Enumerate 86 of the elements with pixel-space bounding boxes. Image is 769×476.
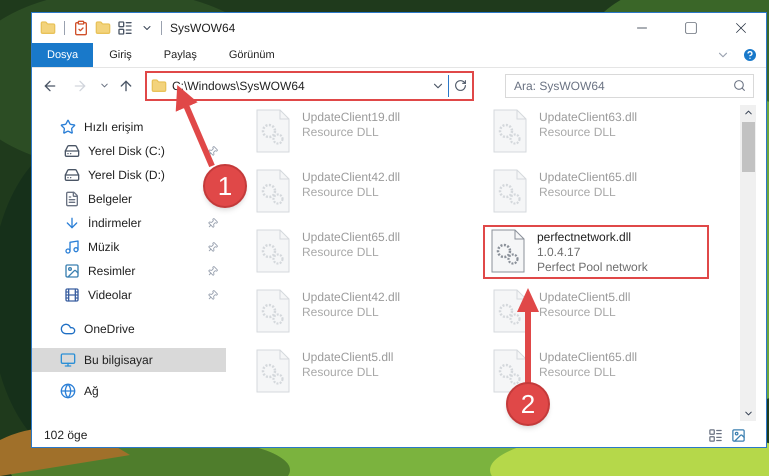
gear-file-icon bbox=[493, 169, 527, 213]
film-icon bbox=[64, 287, 80, 303]
file-detail: Resource DLL bbox=[302, 125, 380, 140]
sidebar-item[interactable]: Ağ bbox=[32, 379, 107, 403]
file-name: UpdateClient42.dll bbox=[302, 289, 400, 305]
sidebar-label: Bu bilgisayar bbox=[84, 352, 153, 369]
sidebar-item[interactable]: Yerel Disk (C:) bbox=[32, 139, 226, 163]
network-icon bbox=[60, 383, 76, 399]
file-name: UpdateClient65.dll bbox=[539, 169, 638, 185]
drive-icon bbox=[64, 143, 80, 159]
up-icon[interactable] bbox=[118, 78, 134, 94]
sidebar-label: Resimler bbox=[88, 263, 136, 280]
back-icon[interactable] bbox=[42, 78, 58, 94]
sidebar-label: Hızlı erişim bbox=[84, 119, 144, 136]
address-bar[interactable]: C:\Windows\SysWOW64 bbox=[145, 70, 474, 100]
search-icon bbox=[733, 78, 746, 92]
large-icons-view-icon[interactable] bbox=[731, 428, 746, 442]
file-detail: Resource DLL bbox=[539, 365, 617, 380]
gear-file-icon bbox=[256, 229, 290, 273]
file-name: UpdateClient65.dll bbox=[302, 229, 400, 245]
file-detail: Resource DLL bbox=[302, 245, 380, 260]
search-field[interactable]: Ara: SysWOW64 bbox=[505, 74, 754, 98]
sidebar-item[interactable]: Resimler bbox=[32, 259, 226, 283]
monitor-icon bbox=[60, 352, 76, 368]
file-name: UpdateClient65.dll bbox=[539, 349, 638, 365]
file-name: UpdateClient5.dll bbox=[539, 289, 630, 305]
sidebar-label: Ağ bbox=[84, 383, 99, 400]
sidebar-label: Müzik bbox=[88, 239, 120, 256]
ribbon-tab[interactable]: Paylaş bbox=[148, 43, 213, 67]
gear-file-icon bbox=[256, 169, 290, 213]
sidebar-item[interactable]: İndirmeler bbox=[32, 211, 226, 235]
refresh-icon[interactable] bbox=[454, 79, 467, 92]
folder-icon bbox=[151, 78, 167, 94]
cloud-icon bbox=[60, 321, 76, 337]
document-icon bbox=[64, 191, 80, 207]
maximize-icon[interactable] bbox=[684, 21, 698, 35]
sidebar-label: Yerel Disk (D:) bbox=[88, 167, 165, 184]
gear-file-icon bbox=[256, 109, 290, 153]
sidebar-label: Belgeler bbox=[88, 191, 132, 208]
ribbon-tab[interactable]: Giriş bbox=[93, 43, 148, 67]
file-name: UpdateClient19.dll bbox=[302, 109, 400, 125]
view-list-icon[interactable] bbox=[117, 20, 133, 36]
sidebar-item[interactable]: Müzik bbox=[32, 235, 226, 259]
file-item[interactable]: perfectnetwork.dll 1.0.4.17 Perfect Pool network bbox=[483, 225, 709, 279]
file-name: perfectnetwork.dll bbox=[537, 229, 632, 245]
image-icon bbox=[64, 263, 80, 279]
sidebar-item[interactable]: Bu bilgisayar bbox=[32, 348, 226, 372]
file-detail: Resource DLL bbox=[302, 365, 380, 380]
item-count: 102 öge bbox=[44, 427, 88, 444]
sidebar-label: İndirmeler bbox=[88, 215, 142, 232]
file-detail: Resource DLL bbox=[302, 185, 380, 200]
file-detail: Resource DLL bbox=[302, 305, 380, 320]
gear-file-icon bbox=[491, 229, 525, 273]
file-detail: Resource DLL bbox=[539, 125, 617, 140]
file-name: UpdateClient5.dll bbox=[302, 349, 394, 365]
sidebar-item[interactable]: Hızlı erişim bbox=[32, 115, 152, 139]
gear-file-icon bbox=[256, 289, 290, 333]
file-detail: Perfect Pool network bbox=[537, 260, 648, 275]
file-name: UpdateClient42.dll bbox=[302, 169, 400, 185]
scroll-thumb[interactable] bbox=[742, 122, 754, 172]
music-note-icon bbox=[64, 239, 80, 255]
sidebar-item[interactable]: Videolar bbox=[32, 283, 226, 307]
sidebar-item[interactable]: Yerel Disk (D:) bbox=[32, 163, 173, 187]
gear-file-icon bbox=[493, 349, 527, 393]
sidebar-label: OneDrive bbox=[84, 321, 135, 338]
drive-icon bbox=[64, 167, 80, 183]
help-icon[interactable] bbox=[742, 47, 758, 63]
gear-file-icon bbox=[256, 349, 290, 393]
address-path: C:\Windows\SysWOW64 bbox=[172, 78, 305, 94]
scrollbar[interactable] bbox=[740, 105, 756, 421]
gear-file-icon bbox=[493, 109, 527, 153]
properties-icon[interactable] bbox=[73, 20, 89, 36]
sidebar-item[interactable]: OneDrive bbox=[32, 317, 143, 341]
file-detail: 1.0.4.17 bbox=[537, 245, 582, 260]
gear-file-icon bbox=[493, 289, 527, 333]
file-detail: Resource DLL bbox=[539, 185, 617, 200]
details-view-icon[interactable] bbox=[708, 428, 723, 442]
sidebar-item[interactable]: Belgeler bbox=[32, 187, 140, 211]
star-icon bbox=[60, 119, 76, 135]
file-detail: Resource DLL bbox=[539, 305, 617, 320]
ribbon-tab[interactable]: Dosya bbox=[32, 43, 94, 67]
sidebar-label: Videolar bbox=[88, 287, 132, 304]
window-title: SysWOW64 bbox=[170, 20, 236, 37]
sidebar-label: Yerel Disk (C:) bbox=[88, 143, 165, 160]
ribbon-tab[interactable]: Görünüm bbox=[212, 43, 291, 67]
file-name: UpdateClient63.dll bbox=[539, 109, 638, 125]
